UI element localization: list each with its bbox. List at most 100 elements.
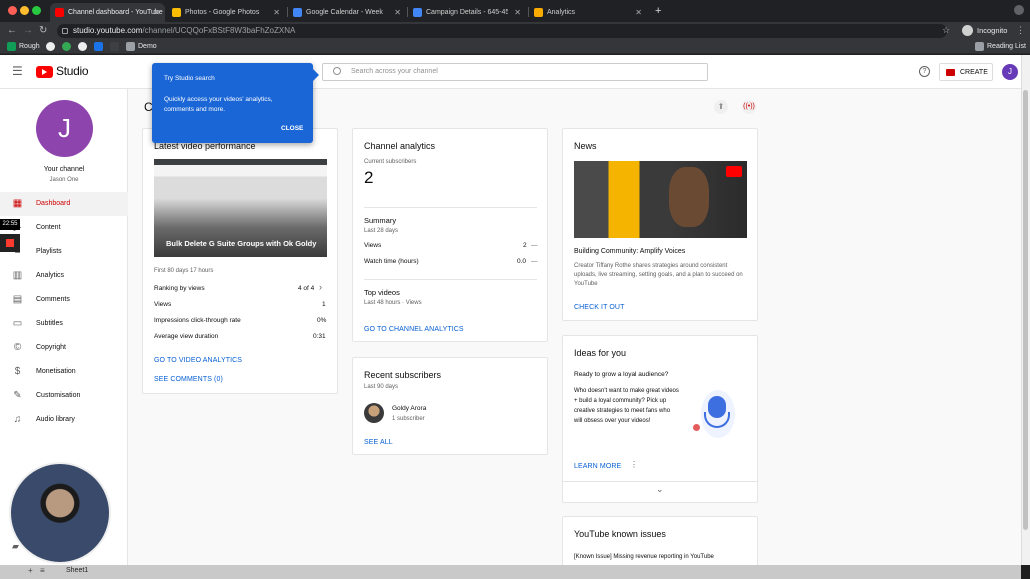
search-icon — [333, 67, 341, 75]
video-period: First 80 days 17 hours — [154, 268, 214, 274]
browser-tab-analytics[interactable]: Analytics ✕ — [529, 3, 647, 22]
see-all-link[interactable]: SEE ALL — [364, 439, 393, 446]
go-to-channel-analytics-link[interactable]: GO TO CHANNEL ANALYTICS — [364, 326, 464, 333]
tooltip-close-button[interactable]: CLOSE — [281, 125, 303, 132]
avd-value: 0:31 — [313, 333, 326, 340]
learn-more-link[interactable]: LEARN MORE — [574, 463, 621, 470]
reading-list-icon — [975, 42, 984, 51]
analytics-icon: ▥ — [12, 270, 23, 281]
close-tab-icon[interactable]: ✕ — [394, 3, 401, 22]
card-title: Ideas for you — [574, 348, 627, 358]
minimize-window-icon[interactable] — [20, 6, 29, 15]
back-icon[interactable]: ← — [7, 22, 17, 39]
bookmark-icon[interactable] — [62, 42, 71, 51]
studio-logo-text[interactable]: Studio — [56, 64, 89, 78]
close-window-icon[interactable] — [8, 6, 17, 15]
sidebar-item-comments[interactable]: ▤ Comments — [0, 288, 128, 312]
calendar-favicon-icon — [293, 8, 302, 17]
search-placeholder: Search across your channel — [351, 68, 438, 75]
browser-tab-youtube[interactable]: Channel dashboard - YouTube ✕ — [50, 3, 165, 22]
browser-menu-icon[interactable]: ⋮ — [1016, 22, 1025, 39]
account-avatar[interactable]: J — [1002, 64, 1018, 80]
recording-timer: 22:55 — [0, 219, 20, 230]
trend-icon: — — [531, 258, 538, 265]
channel-avatar[interactable]: J — [36, 100, 93, 157]
scrollbar-thumb[interactable] — [1023, 90, 1028, 530]
sidebar-item-copyright[interactable]: © Copyright — [0, 336, 128, 360]
search-input[interactable]: Search across your channel — [322, 63, 708, 81]
close-tab-icon[interactable]: ✕ — [514, 3, 521, 22]
help-icon[interactable]: ? — [919, 66, 930, 77]
sheet-tab[interactable]: Sheet1 — [66, 567, 88, 574]
bookmark-icon[interactable] — [110, 42, 119, 51]
sidebar-item-audio-library[interactable]: ♫ Audio library — [0, 408, 128, 432]
new-tab-icon[interactable]: + — [655, 3, 661, 19]
browser-tab-photos[interactable]: Photos - Google Photos ✕ — [167, 3, 285, 22]
upload-icon[interactable]: ⬆ — [714, 100, 728, 114]
summary-title: Summary — [364, 216, 397, 225]
subscriber-avatar[interactable] — [364, 403, 384, 423]
youtube-favicon-icon — [55, 8, 64, 17]
more-options-icon[interactable]: ⋮ — [630, 460, 638, 469]
sidebar-item-dashboard[interactable]: ▦ Dashboard — [0, 192, 128, 216]
see-comments-link[interactable]: SEE COMMENTS (0) — [154, 376, 223, 383]
all-sheets-icon[interactable]: ≡ — [40, 566, 45, 575]
forward-icon[interactable]: → — [23, 22, 33, 39]
close-tab-icon[interactable]: ✕ — [153, 3, 160, 22]
subscriber-name[interactable]: Goldy Arora — [392, 405, 426, 412]
known-issue-item[interactable]: [Known Issue] Missing revenue reporting … — [574, 554, 714, 560]
views-value: 2 — [523, 242, 527, 249]
recorder-controls[interactable] — [0, 234, 20, 252]
sidebar-item-monetisation[interactable]: $ Monetisation — [0, 360, 128, 384]
folder-icon — [126, 42, 135, 51]
go-live-icon[interactable]: ((•)) — [742, 100, 756, 114]
chevron-right-icon[interactable]: › — [319, 282, 322, 292]
ranking-value[interactable]: 4 of 4 — [298, 285, 314, 292]
card-title: Recent subscribers — [364, 370, 442, 380]
tab-label: Channel dashboard - YouTube — [68, 9, 163, 16]
sidebar-item-subtitles[interactable]: ▭ Subtitles — [0, 312, 128, 336]
summary-period: Last 28 days — [364, 228, 399, 234]
watch-time-value: 0.0 — [517, 258, 527, 265]
divider — [364, 207, 537, 208]
tab-search-icon[interactable] — [1014, 5, 1024, 15]
url-text[interactable]: studio.youtube.com/channel/UCQQoFxBStF8W… — [73, 22, 295, 39]
subtitles-icon: ▭ — [12, 318, 23, 329]
browser-tab-calendar[interactable]: Google Calendar - Week of 2... ✕ — [288, 3, 406, 22]
screen: Channel dashboard - YouTube ✕ Photos - G… — [0, 0, 1030, 579]
stop-recording-icon[interactable] — [6, 239, 14, 247]
create-button[interactable]: CREATE — [939, 63, 993, 81]
browser-tab-campaign[interactable]: Campaign Details - 645-453-... ✕ — [408, 3, 526, 22]
ads-favicon-icon — [413, 8, 422, 17]
bookmark-demo[interactable]: Demo — [138, 39, 157, 54]
studio-search-tooltip: Try Studio search Quickly access your vi… — [152, 63, 319, 143]
copyright-icon: © — [13, 342, 22, 353]
add-sheet-icon[interactable]: + — [28, 566, 33, 575]
lock-icon[interactable] — [62, 28, 68, 34]
go-to-video-analytics-link[interactable]: GO TO VIDEO ANALYTICS — [154, 357, 242, 364]
microphone-illustration — [693, 388, 743, 443]
close-tab-icon[interactable]: ✕ — [273, 3, 280, 22]
your-channel-label[interactable]: Your channel — [0, 166, 128, 173]
close-tab-icon[interactable]: ✕ — [635, 3, 642, 22]
subscribers-label: Current subscribers — [364, 159, 417, 165]
subscribers-period: Last 90 days — [364, 384, 399, 390]
check-it-out-link[interactable]: CHECK IT OUT — [574, 304, 624, 311]
chevron-down-icon[interactable]: ⌄ — [656, 484, 664, 495]
google-bookmark-icon[interactable] — [46, 42, 55, 51]
video-thumbnail[interactable]: Bulk Delete G Suite Groups with Ok Goldy — [154, 159, 327, 257]
hamburger-menu-icon[interactable]: ☰ — [12, 65, 23, 77]
news-image[interactable] — [574, 161, 747, 238]
reload-icon[interactable]: ↻ — [39, 22, 47, 39]
bookmark-rough[interactable]: Rough — [19, 39, 40, 54]
reading-list-button[interactable]: Reading List — [987, 39, 1026, 54]
sidebar-item-analytics[interactable]: ▥ Analytics — [0, 264, 128, 288]
bookmark-star-icon[interactable]: ☆ — [942, 22, 950, 39]
ideas-card: Ideas for you Ready to grow a loyal audi… — [562, 335, 758, 503]
bookmark-icon[interactable] — [94, 42, 103, 51]
channel-analytics-card: Channel analytics Current subscribers 2 … — [352, 128, 548, 342]
sidebar-item-customisation[interactable]: ✎ Customisation — [0, 384, 128, 408]
incognito-label[interactable]: Incognito — [977, 22, 1007, 39]
maximize-window-icon[interactable] — [32, 6, 41, 15]
google-bookmark-icon[interactable] — [78, 42, 87, 51]
